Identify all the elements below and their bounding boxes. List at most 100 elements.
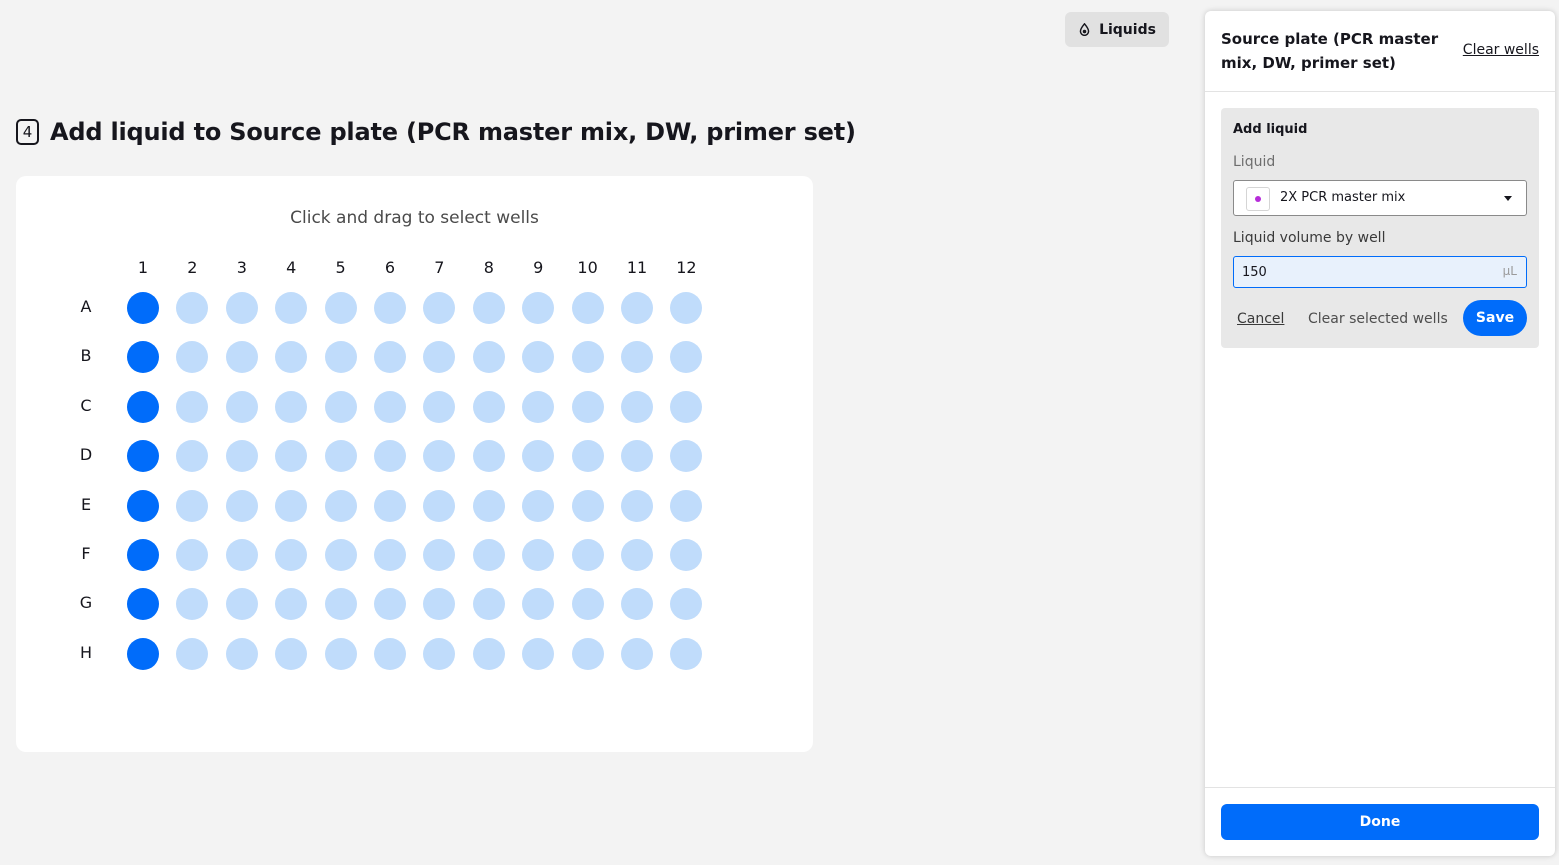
well-E9[interactable]	[522, 489, 555, 522]
well-B3[interactable]	[225, 341, 258, 374]
cancel-link[interactable]: Cancel	[1237, 311, 1284, 327]
well-E11[interactable]	[621, 489, 653, 522]
well-A10[interactable]	[571, 292, 604, 324]
well-C3[interactable]	[225, 390, 258, 423]
well-A5[interactable]	[324, 292, 357, 324]
done-button[interactable]: Done	[1221, 804, 1539, 840]
well-C6[interactable]	[374, 390, 406, 423]
well-G10[interactable]	[571, 588, 604, 621]
well-A6[interactable]	[374, 292, 406, 324]
well-D9[interactable]	[522, 440, 555, 473]
well-H12[interactable]	[670, 637, 703, 670]
clear-wells-link[interactable]: Clear wells	[1463, 42, 1539, 58]
well-B2[interactable]	[176, 341, 209, 374]
well-F7[interactable]	[423, 539, 456, 571]
well-B4[interactable]	[275, 341, 308, 374]
volume-field[interactable]: µL	[1233, 256, 1527, 288]
well-H6[interactable]	[374, 637, 406, 670]
well-B8[interactable]	[472, 341, 505, 374]
well-F9[interactable]	[522, 539, 555, 571]
well-D12[interactable]	[670, 440, 703, 473]
well-G9[interactable]	[522, 588, 555, 621]
well-F2[interactable]	[176, 539, 209, 571]
well-D4[interactable]	[275, 440, 308, 473]
well-A7[interactable]	[423, 292, 456, 324]
liquid-select[interactable]: 2X PCR master mix	[1233, 180, 1527, 216]
well-H3[interactable]	[225, 637, 258, 670]
well-G12[interactable]	[670, 588, 703, 621]
well-B12[interactable]	[670, 341, 703, 374]
well-F1[interactable]	[127, 539, 159, 571]
well-C2[interactable]	[176, 390, 209, 423]
well-A2[interactable]	[176, 292, 209, 324]
well-B1[interactable]	[127, 341, 159, 374]
well-C1[interactable]	[127, 390, 159, 423]
well-E10[interactable]	[571, 489, 604, 522]
well-B7[interactable]	[423, 341, 456, 374]
well-G11[interactable]	[621, 588, 653, 621]
well-F11[interactable]	[621, 539, 653, 571]
well-B6[interactable]	[374, 341, 406, 374]
well-E1[interactable]	[127, 489, 159, 522]
well-F8[interactable]	[472, 539, 505, 571]
well-A8[interactable]	[472, 292, 505, 324]
well-E6[interactable]	[374, 489, 406, 522]
well-A9[interactable]	[522, 292, 555, 324]
well-E3[interactable]	[225, 489, 258, 522]
well-H5[interactable]	[324, 637, 357, 670]
well-F12[interactable]	[670, 539, 703, 571]
well-D3[interactable]	[225, 440, 258, 473]
well-A3[interactable]	[225, 292, 258, 324]
well-B9[interactable]	[522, 341, 555, 374]
well-F5[interactable]	[324, 539, 357, 571]
well-C8[interactable]	[472, 390, 505, 423]
well-E5[interactable]	[324, 489, 357, 522]
well-D2[interactable]	[176, 440, 209, 473]
well-D8[interactable]	[472, 440, 505, 473]
well-G8[interactable]	[472, 588, 505, 621]
well-D11[interactable]	[621, 440, 653, 473]
well-D7[interactable]	[423, 440, 456, 473]
well-H10[interactable]	[571, 637, 604, 670]
well-H4[interactable]	[275, 637, 308, 670]
well-F4[interactable]	[275, 539, 308, 571]
well-C4[interactable]	[275, 390, 308, 423]
well-H9[interactable]	[522, 637, 555, 670]
well-H1[interactable]	[127, 637, 159, 670]
well-E4[interactable]	[275, 489, 308, 522]
well-B11[interactable]	[621, 341, 653, 374]
liquids-button[interactable]: Liquids	[1065, 12, 1169, 47]
well-F10[interactable]	[571, 539, 604, 571]
save-button[interactable]: Save	[1463, 300, 1527, 336]
clear-selected-wells-button[interactable]: Clear selected wells	[1308, 311, 1448, 327]
volume-input[interactable]	[1242, 262, 1492, 282]
well-H7[interactable]	[423, 637, 456, 670]
well-D1[interactable]	[127, 440, 159, 473]
well-C9[interactable]	[522, 390, 555, 423]
well-F3[interactable]	[225, 539, 258, 571]
well-E2[interactable]	[176, 489, 209, 522]
well-E8[interactable]	[472, 489, 505, 522]
well-C5[interactable]	[324, 390, 357, 423]
well-B5[interactable]	[324, 341, 357, 374]
well-G5[interactable]	[324, 588, 357, 621]
well-D10[interactable]	[571, 440, 604, 473]
well-A1[interactable]	[127, 292, 159, 324]
well-H8[interactable]	[472, 637, 505, 670]
well-H2[interactable]	[176, 637, 209, 670]
well-E7[interactable]	[423, 489, 456, 522]
well-G7[interactable]	[423, 588, 456, 621]
well-E12[interactable]	[670, 489, 703, 522]
well-G2[interactable]	[176, 588, 209, 621]
well-F6[interactable]	[374, 539, 406, 571]
well-G3[interactable]	[225, 588, 258, 621]
well-G6[interactable]	[374, 588, 406, 621]
well-C7[interactable]	[423, 390, 456, 423]
well-G1[interactable]	[127, 588, 159, 621]
well-D6[interactable]	[374, 440, 406, 473]
well-C10[interactable]	[571, 390, 604, 423]
well-A11[interactable]	[621, 292, 653, 324]
well-C11[interactable]	[621, 390, 653, 423]
well-B10[interactable]	[571, 341, 604, 374]
well-H11[interactable]	[621, 637, 653, 670]
